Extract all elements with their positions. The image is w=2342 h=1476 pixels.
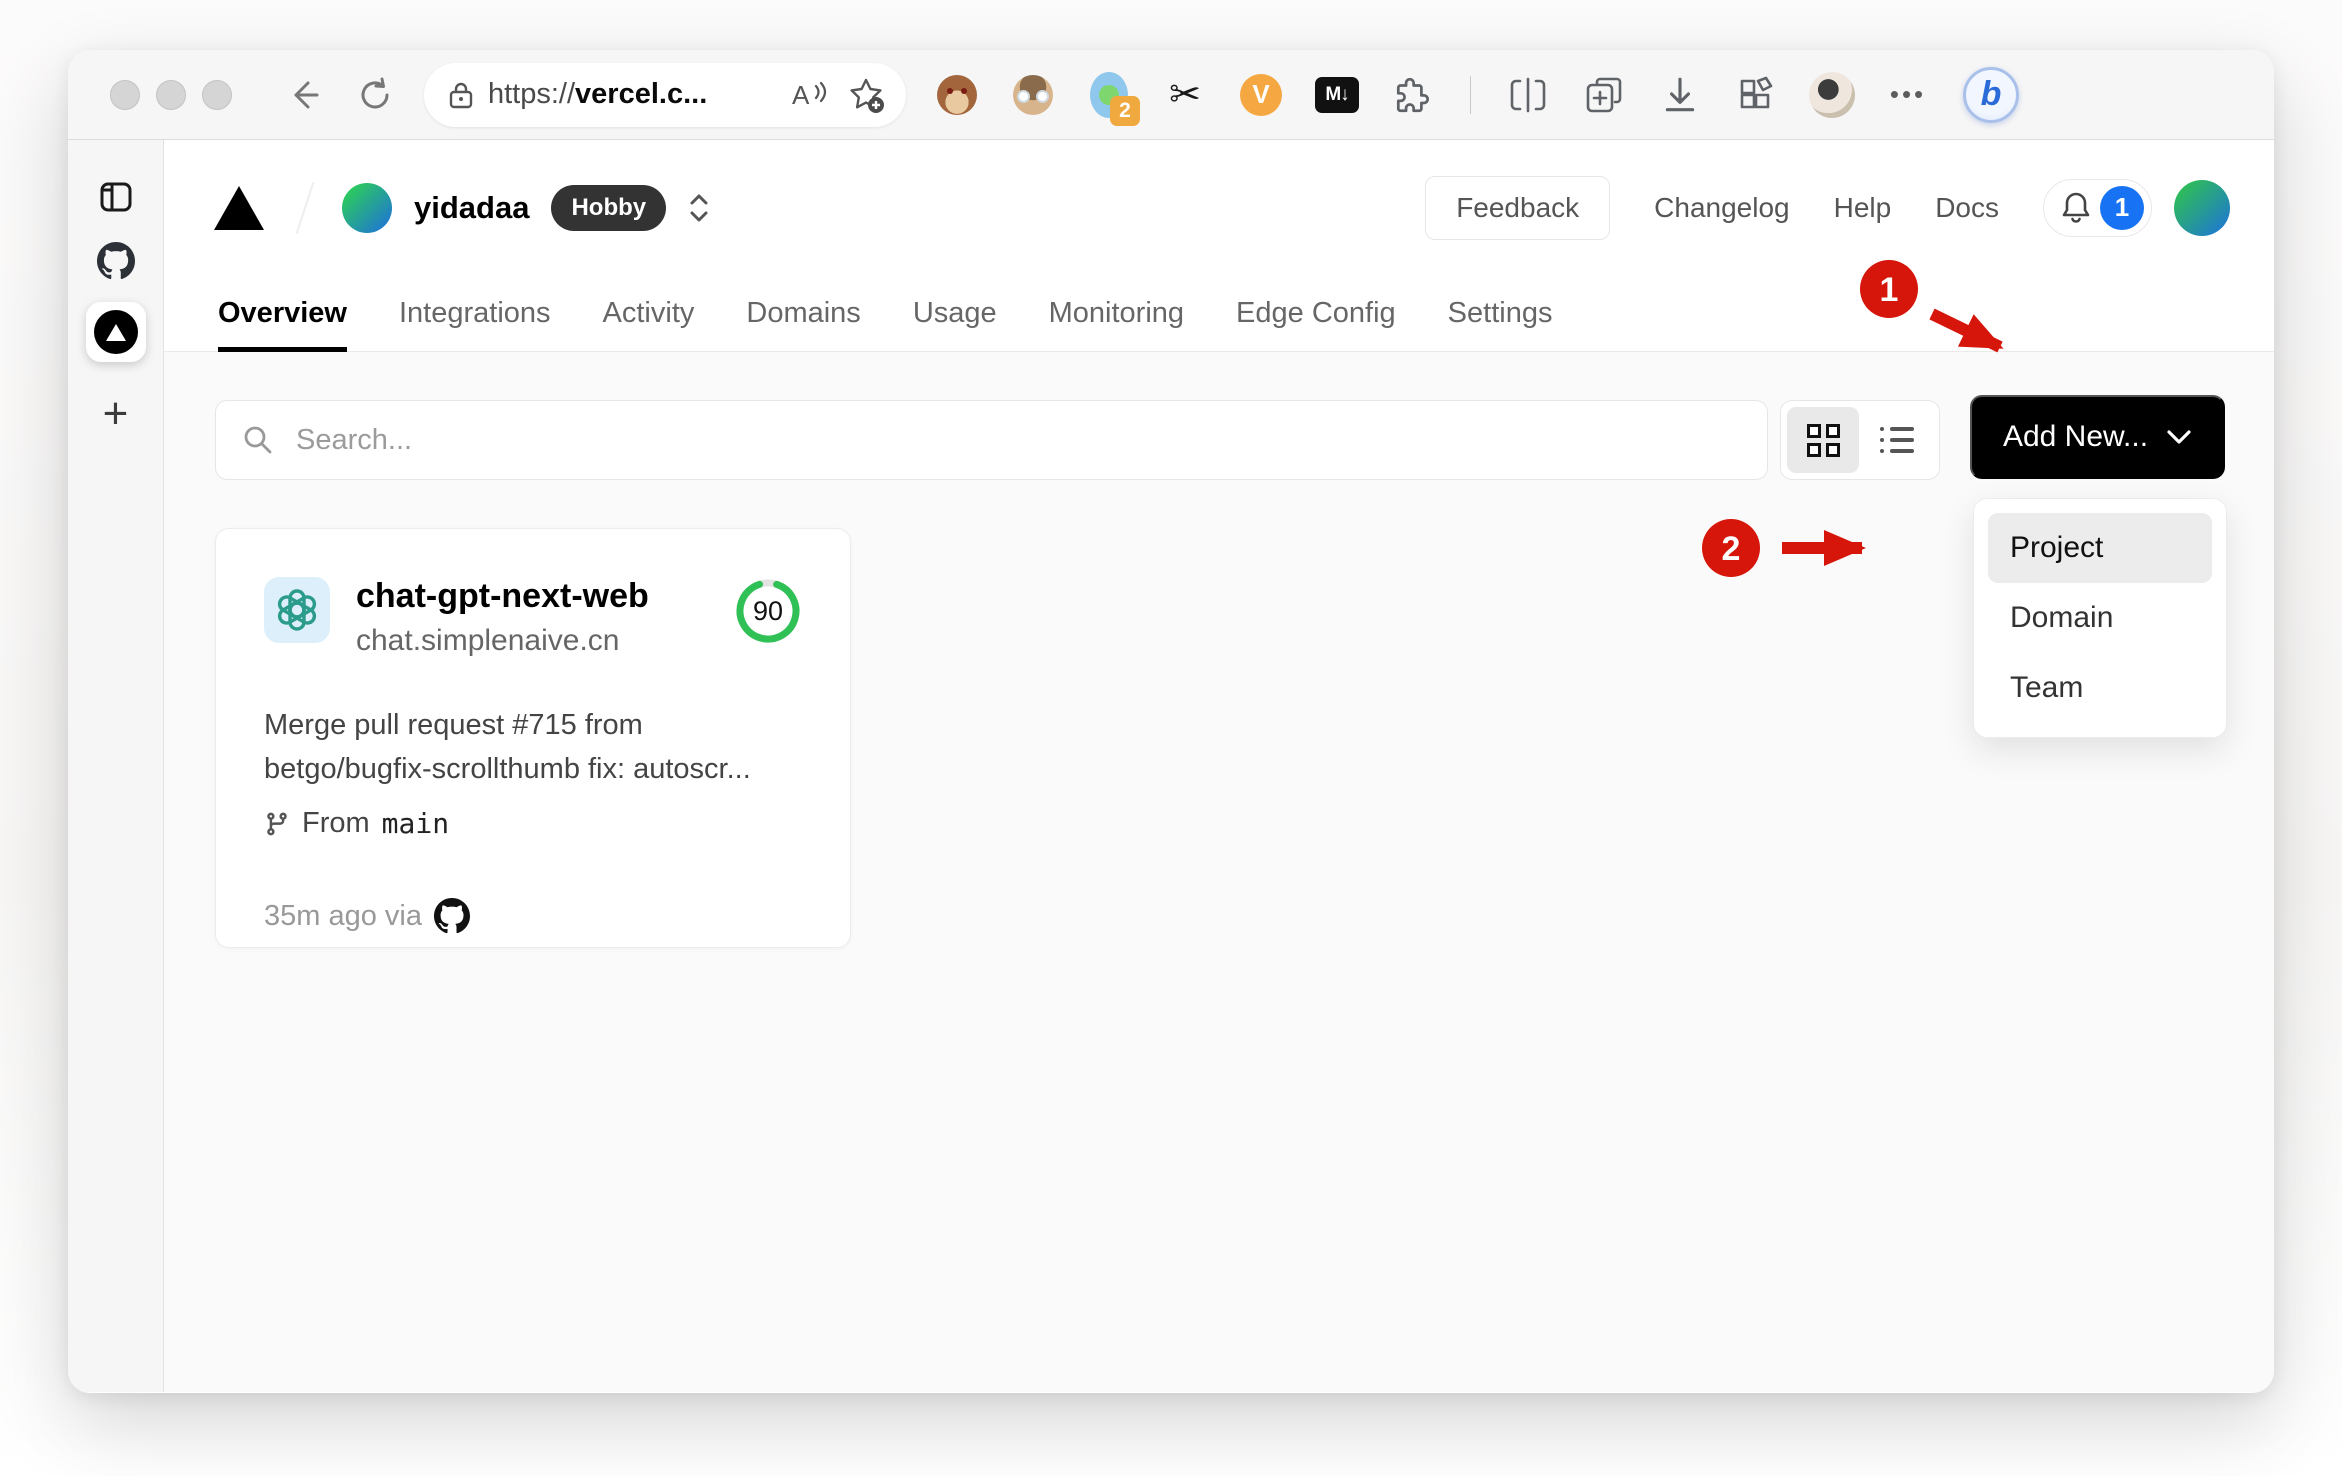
chevron-down-icon bbox=[2167, 430, 2191, 444]
clipper-extension-icon[interactable]: ✂ bbox=[1162, 72, 1208, 118]
dropdown-item-team[interactable]: Team bbox=[1988, 653, 2212, 723]
notifications-button[interactable]: 1 bbox=[2043, 178, 2152, 237]
close-button[interactable] bbox=[110, 79, 140, 110]
deployment-meta: 35m ago via bbox=[264, 898, 802, 934]
toolbar-divider bbox=[1470, 75, 1471, 114]
user-avatar[interactable] bbox=[2174, 179, 2230, 236]
openai-logo-icon bbox=[277, 589, 317, 631]
dashboard-tabs: Overview Integrations Activity Domains U… bbox=[164, 275, 2274, 352]
team-name[interactable]: yidadaa bbox=[414, 190, 529, 226]
deployed-time: 35m ago via bbox=[264, 899, 422, 932]
persona-extension-icon[interactable] bbox=[1010, 72, 1056, 118]
zoom-button[interactable] bbox=[202, 79, 232, 110]
svg-text:A: A bbox=[792, 80, 810, 110]
bing-chat-button[interactable]: b bbox=[1961, 66, 2021, 123]
tab-domains[interactable]: Domains bbox=[746, 275, 860, 351]
lock-icon bbox=[449, 82, 473, 108]
back-arrow-icon bbox=[294, 81, 319, 108]
proxy-extension-icon[interactable]: 2 bbox=[1086, 71, 1140, 126]
add-new-dropdown: Project Domain Team bbox=[1973, 498, 2227, 738]
tab-overview[interactable]: Overview bbox=[218, 275, 347, 352]
team-switcher-chevrons[interactable] bbox=[686, 190, 712, 226]
address-bar[interactable]: https://vercel.c... A bbox=[424, 62, 906, 127]
tampermonkey-extension-icon[interactable] bbox=[934, 72, 980, 118]
git-branch-icon bbox=[267, 812, 287, 835]
url-scheme: https:// bbox=[488, 78, 576, 110]
docs-link[interactable]: Docs bbox=[1935, 192, 1999, 224]
dropdown-item-domain[interactable]: Domain bbox=[1988, 583, 2212, 653]
list-view-icon bbox=[1880, 427, 1914, 453]
branch-prefix: From bbox=[302, 807, 370, 839]
minimize-button[interactable] bbox=[156, 79, 186, 110]
refresh-button[interactable] bbox=[352, 72, 398, 118]
github-icon bbox=[96, 242, 135, 280]
sidebar-tab-github[interactable] bbox=[96, 242, 135, 280]
project-card[interactable]: chat-gpt-next-web chat.simplenaive.cn 90… bbox=[215, 528, 851, 948]
extensions-puzzle-icon[interactable] bbox=[1390, 72, 1436, 118]
markdown-extension-icon[interactable]: M↓ bbox=[1314, 72, 1360, 118]
search-input[interactable] bbox=[296, 423, 1741, 457]
vimium-extension-icon[interactable]: V bbox=[1238, 72, 1284, 118]
analytics-score: 90 bbox=[752, 595, 784, 626]
refresh-icon bbox=[361, 77, 389, 108]
breadcrumb-slash bbox=[295, 181, 315, 234]
branch-name: main bbox=[381, 807, 450, 840]
team-avatar[interactable] bbox=[342, 182, 392, 233]
list-view-button[interactable] bbox=[1861, 407, 1933, 473]
grid-view-icon bbox=[1806, 423, 1840, 457]
collections-add-button[interactable] bbox=[1581, 72, 1627, 118]
url-host: vercel.c... bbox=[575, 78, 708, 110]
analytics-score-ring[interactable]: 90 bbox=[734, 577, 802, 645]
tab-integrations[interactable]: Integrations bbox=[399, 275, 551, 351]
tab-usage[interactable]: Usage bbox=[913, 275, 997, 351]
help-link[interactable]: Help bbox=[1834, 192, 1892, 224]
vercel-header: yidadaa Hobby Feedback Changelog Help Do… bbox=[164, 140, 2274, 275]
add-new-button[interactable]: Add New... bbox=[1970, 395, 2225, 479]
vercel-logo[interactable] bbox=[214, 185, 264, 230]
project-name[interactable]: chat-gpt-next-web bbox=[356, 577, 734, 616]
apps-collections-icon[interactable] bbox=[1733, 72, 1779, 118]
github-icon bbox=[434, 898, 470, 934]
downloads-button[interactable] bbox=[1657, 72, 1703, 118]
plan-badge: Hobby bbox=[551, 184, 667, 231]
sidebar-toggle-button[interactable] bbox=[97, 178, 135, 216]
project-search[interactable] bbox=[215, 400, 1768, 480]
overview-content: Add New... Project Domain Team bbox=[164, 352, 2274, 1392]
view-toggle bbox=[1780, 400, 1940, 480]
vercel-triangle-icon bbox=[105, 324, 126, 341]
add-favorite-icon[interactable] bbox=[846, 75, 886, 115]
browser-window: https://vercel.c... A 2 ✂ V M↓ ••• b + y… bbox=[68, 50, 2274, 1393]
search-icon bbox=[244, 426, 272, 454]
extension-badge: 2 bbox=[1110, 95, 1140, 126]
project-logo bbox=[264, 577, 330, 643]
tab-activity[interactable]: Activity bbox=[603, 275, 695, 351]
tab-edge-config[interactable]: Edge Config bbox=[1236, 275, 1396, 351]
browser-sidebar: + bbox=[68, 140, 164, 1392]
traffic-lights bbox=[110, 79, 232, 110]
tab-settings[interactable]: Settings bbox=[1448, 275, 1553, 351]
read-aloud-icon[interactable]: A bbox=[790, 78, 828, 112]
bing-icon: b bbox=[1963, 66, 2019, 123]
project-domain[interactable]: chat.simplenaive.cn bbox=[356, 624, 734, 658]
split-screen-button[interactable] bbox=[1505, 72, 1551, 118]
extension-icons: 2 ✂ V M↓ ••• b bbox=[934, 66, 2021, 126]
commit-message: Merge pull request #715 from betgo/bugfi… bbox=[264, 709, 751, 785]
browser-toolbar: https://vercel.c... A 2 ✂ V M↓ ••• b bbox=[68, 50, 2274, 140]
changelog-link[interactable]: Changelog bbox=[1654, 192, 1789, 224]
tab-monitoring[interactable]: Monitoring bbox=[1049, 275, 1184, 351]
notification-count-badge: 1 bbox=[2100, 185, 2144, 230]
grid-view-button[interactable] bbox=[1787, 407, 1859, 473]
feedback-button[interactable]: Feedback bbox=[1425, 175, 1611, 240]
more-menu-button[interactable]: ••• bbox=[1885, 72, 1931, 118]
back-button[interactable] bbox=[280, 72, 326, 118]
bell-icon bbox=[2062, 192, 2090, 223]
sidebar-tab-vercel-active[interactable] bbox=[85, 302, 146, 362]
profile-avatar[interactable] bbox=[1809, 71, 1855, 118]
branch-row: From main bbox=[264, 807, 802, 840]
dropdown-item-project[interactable]: Project bbox=[1988, 513, 2212, 583]
new-tab-button[interactable]: + bbox=[103, 392, 129, 436]
